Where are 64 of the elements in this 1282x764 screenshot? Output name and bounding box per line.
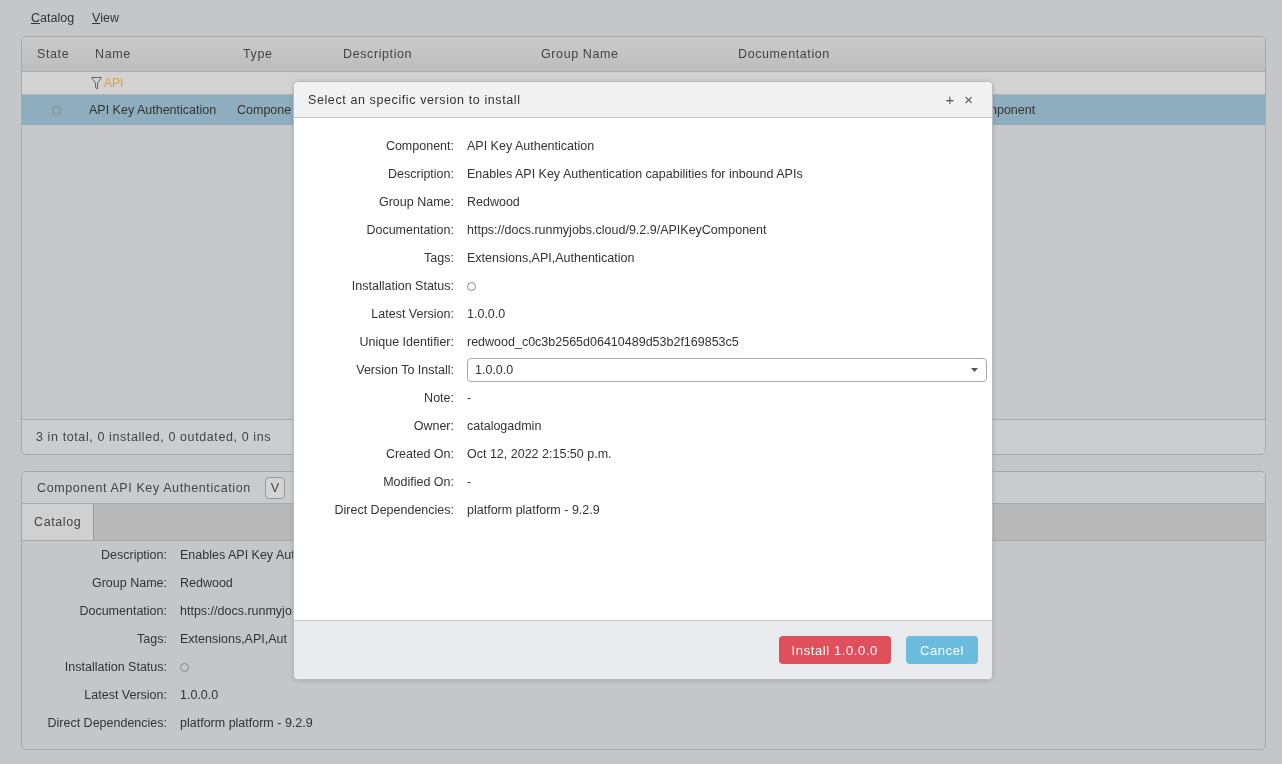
column-header[interactable]: State — [22, 47, 80, 61]
field-label: Group Name: — [90, 576, 168, 590]
column-header[interactable]: Description — [328, 47, 526, 61]
field-value: redwood_c0c3b2565d06410489d53b2f169853c5 — [467, 335, 739, 349]
field-label: Documentation: — [78, 604, 168, 618]
column-header[interactable]: Type — [228, 47, 328, 61]
tab[interactable]: Catalog — [22, 504, 95, 540]
column-header[interactable]: Group Name — [526, 47, 723, 61]
field-label: Tags: — [136, 632, 168, 646]
view-button[interactable]: V — [264, 476, 286, 499]
install-button[interactable]: Install 1.0.0.0 — [778, 636, 891, 664]
status-circle-icon — [51, 105, 61, 115]
version-dropdown[interactable]: 1.0.0.0 — [467, 358, 987, 382]
field-value: platform platform - 9.2.9 — [467, 503, 600, 517]
menu-item[interactable]: Catalog — [22, 11, 84, 25]
field-value: Extensions,API,Aut — [180, 632, 287, 646]
table-cell-text: API Key Authentication — [88, 103, 218, 117]
field-label: Installation Status: — [63, 660, 168, 674]
column-header[interactable]: Documentation — [723, 47, 1265, 61]
menu-item[interactable]: View — [83, 11, 128, 25]
field-label: Unique Identifier: — [358, 335, 455, 349]
filter-icon — [91, 76, 102, 90]
field-label: Direct Dependencies: — [333, 503, 455, 517]
field-value: https://docs.runmyjobs.cloud/9.2.9/APIKeyComponent — [467, 223, 767, 237]
field-label: Tags: — [423, 251, 455, 265]
field-value: API Key Authentication — [467, 139, 595, 153]
field-value: platform platform - 9.2.9 — [180, 716, 313, 730]
filter-text: API — [104, 76, 124, 90]
field-value: catalogadmin — [467, 419, 542, 433]
field-value: Extensions,API,Authentication — [467, 251, 635, 265]
status-circle-icon — [467, 281, 476, 291]
field-label: Component: — [384, 139, 455, 153]
field-value: - — [467, 391, 472, 405]
field-label: Group Name: — [377, 195, 455, 209]
field-label: Note: — [423, 391, 455, 405]
field-value: 1.0.0.0 — [467, 307, 506, 321]
field-value: Oct 12, 2022 2:15:50 p.m. — [467, 447, 612, 461]
field-value: - — [467, 475, 472, 489]
field-value: Redwood — [180, 576, 233, 590]
field-label: Description: — [387, 167, 455, 181]
field-value: Redwood — [467, 195, 520, 209]
field-label: Description: — [100, 548, 168, 562]
field-label: Version To Install: — [355, 363, 455, 377]
field-label: Documentation: — [365, 223, 455, 237]
field-value: 1.0.0.0 — [180, 688, 219, 702]
dialog-title: Select an specific version to install — [308, 92, 522, 107]
status-circle-icon — [180, 662, 189, 672]
field-value: Enables API Key Aut — [180, 548, 295, 562]
column-header[interactable]: Name — [80, 47, 228, 61]
field-label: Latest Version: — [370, 307, 455, 321]
panel-title: Component API Key Authentication — [37, 480, 251, 495]
table-cell-text: Compone — [236, 103, 293, 117]
field-label: Latest Version: — [83, 688, 168, 702]
field-label: Owner: — [412, 419, 455, 433]
close-button[interactable]: × — [959, 91, 978, 108]
status-text: 3 in total, 0 installed, 0 outdated, 0 ins — [36, 430, 272, 444]
field-value: https://docs.runmyjo — [180, 604, 292, 618]
field-label: Direct Dependencies: — [46, 716, 168, 730]
caret-icon — [971, 368, 978, 372]
field-label: Created On: — [384, 447, 455, 461]
field-value: Enables API Key Authentication capabilities for inbound APIs — [467, 167, 803, 181]
maximize-button[interactable]: + — [940, 91, 960, 108]
field-label: Installation Status: — [350, 279, 455, 293]
field-label: Modified On: — [382, 475, 455, 489]
